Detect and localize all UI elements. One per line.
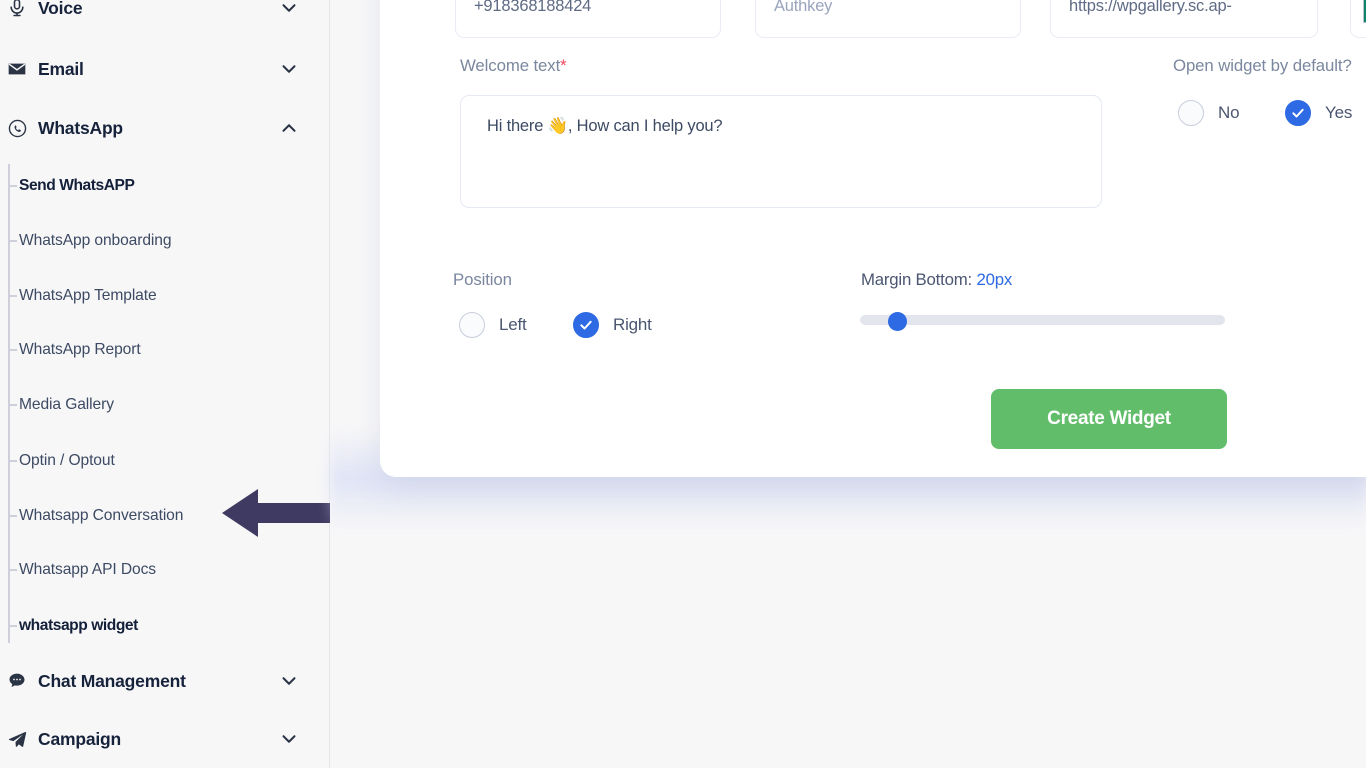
microphone-icon [4,0,30,21]
sidebar-item-label: whatsapp widget [19,617,138,634]
tree-branch-icon [8,349,17,351]
tree-branch-icon [8,625,17,627]
sidebar-group-whatsapp[interactable]: WhatsApp [0,106,329,150]
margin-bottom-label-text: Margin Bottom: [861,270,977,289]
website-url-field[interactable]: https://wpgallery.sc.ap- [1050,0,1318,38]
paper-plane-icon [4,726,30,752]
margin-bottom-slider-track[interactable] [860,315,1225,325]
whatsapp-icon [4,115,30,141]
tree-branch-icon [8,515,17,517]
tree-branch-icon [8,569,17,571]
sidebar-group-campaign[interactable]: Campaign [0,717,329,761]
website-url-value: https://wpgallery.sc.ap- [1069,0,1232,15]
sidebar-item-whatsapp-conversation[interactable]: Whatsapp Conversation [0,502,329,530]
sidebar-item-label: WhatsApp onboarding [19,232,172,249]
sidebar-item-media-gallery[interactable]: Media Gallery [0,391,329,419]
tree-branch-icon [8,295,17,297]
position-option-left[interactable]: Left [459,312,527,338]
chevron-up-icon[interactable] [277,116,301,140]
radio-checked-icon[interactable] [1285,100,1311,126]
sidebar-item-optin-optout[interactable]: Optin / Optout [0,447,329,475]
sidebar-item-label: Media Gallery [19,396,114,413]
sidebar-item-label: Send WhatsAPP [19,177,135,194]
sidebar-item-whatsapp-template[interactable]: WhatsApp Template [0,282,329,310]
app-root: Voice Email WhatsApp Send WhatsAPP Whats… [0,0,1366,768]
widget-settings-card: +918368188424 Authkey https://wpgallery.… [380,0,1366,477]
sidebar-group-label: Chat Management [38,670,186,691]
tree-branch-icon [8,185,17,187]
sidebar-group-label: Email [38,58,84,79]
tree-branch-icon [8,240,17,242]
envelope-icon [4,56,30,82]
sidebar-group-label: Voice [38,0,83,18]
radio-label: Left [499,315,527,334]
radio-label: Yes [1325,103,1353,122]
welcome-text-label: Welcome text* [460,56,567,76]
open-widget-option-yes[interactable]: Yes [1285,100,1352,126]
radio-unchecked-icon[interactable] [459,312,485,338]
sidebar-item-label: Whatsapp API Docs [19,561,156,578]
chat-bubble-icon [4,668,30,694]
sidebar-group-chat-management[interactable]: Chat Management [0,659,329,703]
margin-bottom-value: 20px [976,270,1013,289]
sidebar-group-label: Campaign [38,728,121,749]
create-widget-button[interactable]: Create Widget [991,389,1227,449]
open-widget-option-no[interactable]: No [1178,100,1240,126]
authkey-placeholder: Authkey [774,0,833,15]
radio-unchecked-icon[interactable] [1178,100,1204,126]
sidebar-item-label: WhatsApp Report [19,341,141,358]
chevron-down-icon[interactable] [277,57,301,81]
phone-number-value: +918368188424 [474,0,592,15]
sidebar-item-send-whatsapp[interactable]: Send WhatsAPP [0,172,329,200]
chevron-down-icon[interactable] [277,0,301,20]
sidebar-item-whatsapp-report[interactable]: WhatsApp Report [0,336,329,364]
sidebar-item-whatsapp-api-docs[interactable]: Whatsapp API Docs [0,556,329,584]
radio-checked-icon[interactable] [573,312,599,338]
sidebar-item-label: Whatsapp Conversation [19,507,184,524]
radio-label: No [1218,103,1240,122]
margin-bottom-label: Margin Bottom: 20px [861,270,1012,290]
open-widget-label: Open widget by default? [1173,56,1352,75]
main-content: +918368188424 Authkey https://wpgallery.… [330,0,1366,768]
sidebar-group-label: WhatsApp [38,117,123,138]
radio-label: Right [613,315,652,334]
sidebar-group-voice[interactable]: Voice [0,0,329,30]
position-option-right[interactable]: Right [573,312,652,338]
welcome-text-label-text: Welcome text [460,56,561,75]
sidebar: Voice Email WhatsApp Send WhatsAPP Whats… [0,0,330,768]
chevron-down-icon[interactable] [277,727,301,751]
authkey-field[interactable]: Authkey [755,0,1021,38]
sidebar-item-label: Optin / Optout [19,452,115,469]
color-select-field[interactable] [1350,0,1366,38]
sidebar-item-label: WhatsApp Template [19,287,157,304]
position-label: Position [453,270,512,289]
chevron-down-icon[interactable] [277,669,301,693]
required-asterisk: * [560,56,567,75]
sidebar-item-whatsapp-widget[interactable]: whatsapp widget [0,612,329,640]
sidebar-item-whatsapp-onboarding[interactable]: WhatsApp onboarding [0,227,329,255]
tree-branch-icon [8,460,17,462]
sidebar-group-email[interactable]: Email [0,47,329,91]
margin-bottom-slider-thumb[interactable] [888,312,907,331]
welcome-text-input[interactable] [460,95,1102,208]
phone-number-field[interactable]: +918368188424 [455,0,721,38]
tree-branch-icon [8,404,17,406]
